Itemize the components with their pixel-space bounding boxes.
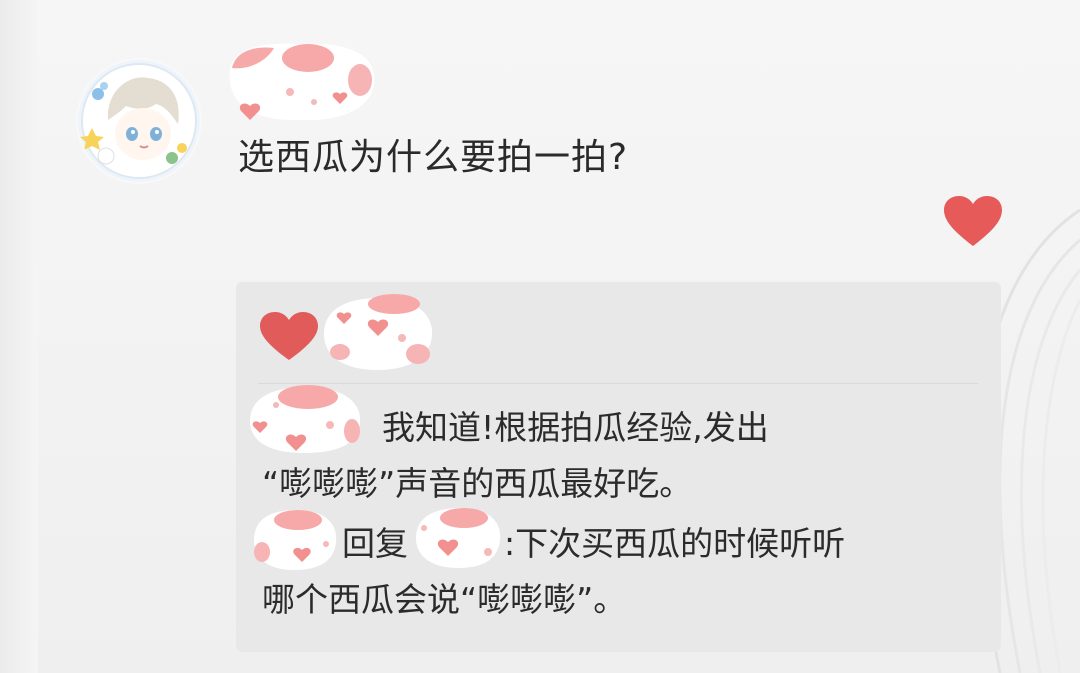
comment-text: “嘭嘭嘭”声音的西瓜最好吃。 <box>262 464 693 503</box>
username-sticker-icon <box>229 43 375 121</box>
reply-target-sticker-icon <box>416 508 501 568</box>
comment-text: 哪个西瓜会说“嘭嘭嘭”。 <box>262 580 627 619</box>
comment-text: :下次买西瓜的时候听听 <box>504 524 846 563</box>
reply-label: 回复 <box>342 524 408 563</box>
heart-icon[interactable] <box>944 196 1002 248</box>
heart-icon <box>260 312 318 360</box>
post-page: 选西瓜为什么要拍一拍? 我知道!根据拍瓜经验,发出 “嘭嘭嘭”声音的西瓜最好吃。 <box>0 0 1080 673</box>
user-avatar[interactable] <box>78 60 200 182</box>
liker-sticker-icon <box>324 294 433 370</box>
comments-divider <box>258 383 978 384</box>
commenter-sticker-icon <box>254 510 337 570</box>
anime-avatar-icon <box>78 60 200 182</box>
left-edge <box>0 0 38 673</box>
post-text: 选西瓜为什么要拍一拍? <box>238 137 629 178</box>
commenter-sticker-icon <box>250 385 361 453</box>
comment-text: 我知道!根据拍瓜经验,发出 <box>382 408 769 447</box>
